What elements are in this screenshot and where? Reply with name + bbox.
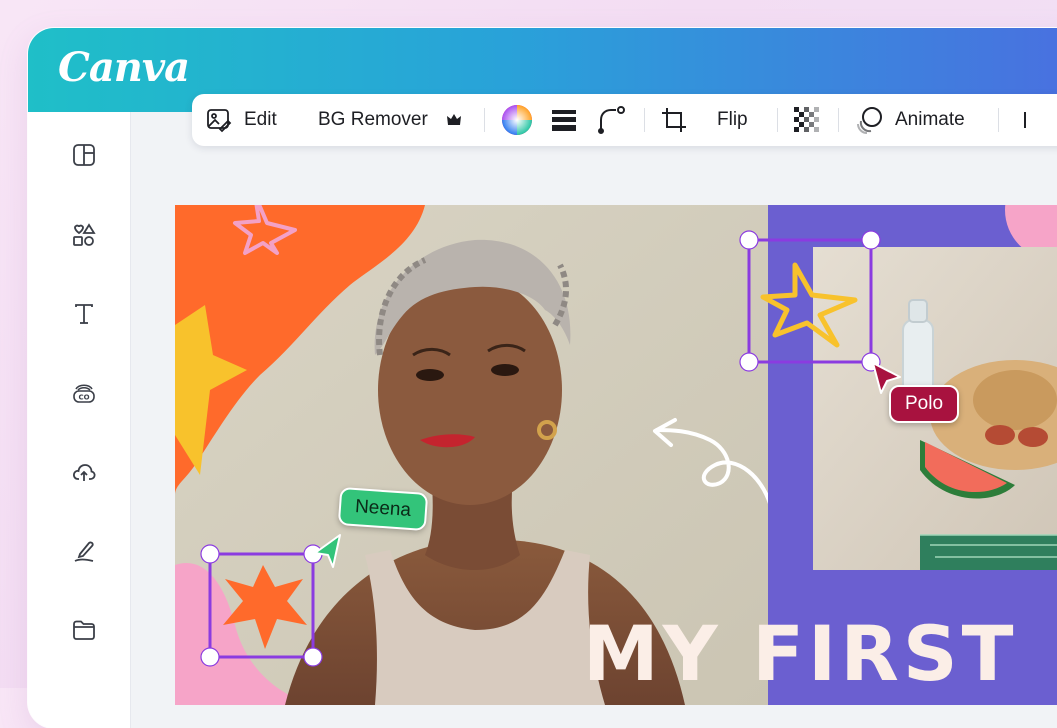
design-canvas[interactable]: MY FIRST Polo Neena bbox=[175, 205, 1057, 705]
crop-button[interactable] bbox=[660, 94, 688, 146]
bg-remover-label: BG Remover bbox=[318, 109, 428, 130]
flip-button[interactable]: Flip bbox=[717, 94, 748, 146]
sidebar-item-draw[interactable] bbox=[64, 531, 104, 571]
canva-logo[interactable]: Canva bbox=[58, 44, 190, 91]
corner-rounding-button[interactable] bbox=[596, 94, 626, 146]
color-picker-button[interactable] bbox=[500, 94, 534, 146]
color-wheel-icon bbox=[502, 105, 532, 135]
edit-image-button[interactable]: Edit bbox=[206, 94, 277, 146]
animate-label: Animate bbox=[895, 109, 965, 130]
border-weight-button[interactable] bbox=[550, 94, 578, 146]
flip-label: Flip bbox=[717, 109, 748, 130]
crown-icon bbox=[446, 114, 461, 125]
sidebar-item-text[interactable] bbox=[64, 294, 104, 334]
layout-panel-icon bbox=[73, 144, 95, 166]
collaborator-label-neena: Neena bbox=[337, 486, 429, 532]
crown-co-icon: CO bbox=[73, 384, 95, 403]
context-toolbar: Edit BG Remover Flip Animate bbox=[192, 94, 1057, 146]
sidebar-item-elements[interactable] bbox=[64, 215, 104, 255]
pen-draw-icon bbox=[74, 541, 94, 562]
bg-remover-button[interactable]: BG Remover bbox=[318, 94, 462, 146]
sidebar-item-projects[interactable] bbox=[64, 610, 104, 650]
toolbar-divider bbox=[998, 108, 999, 132]
transparency-button[interactable] bbox=[792, 94, 822, 146]
left-sidebar: CO bbox=[28, 112, 131, 728]
folder-icon bbox=[73, 620, 95, 640]
toolbar-divider bbox=[484, 108, 485, 132]
animate-button[interactable]: Animate bbox=[855, 94, 965, 146]
sidebar-item-uploads[interactable] bbox=[64, 452, 104, 492]
more-options-icon bbox=[1024, 112, 1026, 128]
animate-circles-icon bbox=[857, 107, 882, 134]
transparency-checker-icon bbox=[794, 107, 820, 133]
shapes-icon bbox=[73, 223, 96, 246]
svg-text:CO: CO bbox=[78, 394, 89, 402]
image-edit-icon bbox=[207, 109, 232, 133]
design-artwork: MY FIRST bbox=[175, 205, 1057, 705]
toolbar-divider bbox=[838, 108, 839, 132]
more-options-button[interactable] bbox=[1024, 94, 1026, 146]
toolbar-divider bbox=[644, 108, 645, 132]
corner-curve-icon bbox=[598, 106, 625, 134]
edit-label: Edit bbox=[244, 109, 277, 130]
cloud-upload-icon bbox=[73, 464, 96, 481]
sidebar-item-templates[interactable] bbox=[64, 135, 104, 175]
text-icon bbox=[75, 304, 93, 324]
crop-icon bbox=[662, 108, 686, 132]
toolbar-divider bbox=[777, 108, 778, 132]
collaborator-label-polo: Polo bbox=[889, 385, 960, 423]
sidebar-item-brand[interactable]: CO bbox=[64, 373, 104, 413]
line-weight-icon bbox=[552, 110, 576, 131]
headline-text: MY FIRST bbox=[583, 609, 1017, 698]
